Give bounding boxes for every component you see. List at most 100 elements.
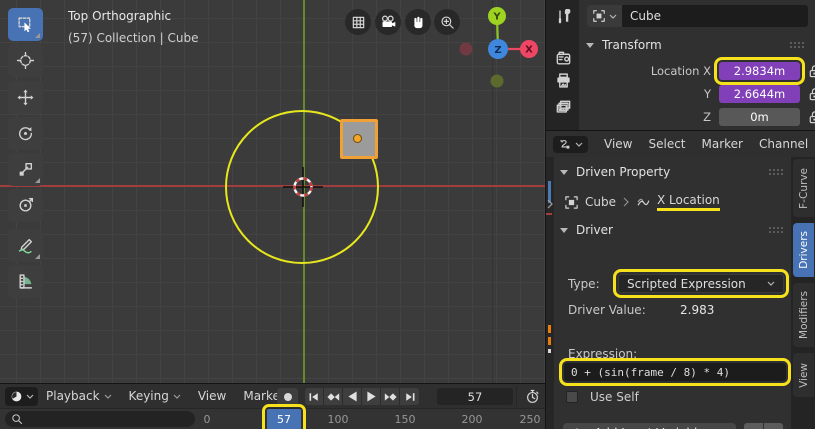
curve-region-sliver[interactable]: 0 (546, 157, 554, 429)
drivers-header: View Select Marker Channel Key (546, 131, 815, 157)
pan-view-button[interactable] (405, 9, 431, 35)
chevron-right-icon (622, 197, 630, 207)
current-frame-field[interactable]: 57 (437, 388, 513, 405)
menu-view[interactable]: View (198, 389, 226, 403)
view-layer-icon (555, 99, 572, 116)
tool-icon (555, 9, 572, 26)
transform-panel-header[interactable]: Transform (586, 38, 662, 52)
tool-cursor[interactable] (8, 44, 43, 77)
properties-editor: Cube Transform Location X 2.9834m Y 2.66… (546, 0, 815, 130)
gizmo-neg-y-ball (491, 75, 504, 88)
tab-output[interactable] (552, 69, 574, 91)
viewport-breadcrumb: (57) Collection | Cube (68, 31, 198, 45)
driver-type-value: Scripted Expression (627, 277, 746, 291)
object-type-dropdown[interactable] (587, 5, 622, 27)
search-filter-field[interactable] (5, 411, 195, 427)
driven-object-name[interactable]: Cube (585, 195, 616, 209)
object-icon (592, 9, 606, 23)
timeline-editor: Playback Keying View Marker 57 0 (0, 384, 545, 429)
panel-grip[interactable] (768, 168, 784, 176)
auto-keying-record-button[interactable] (277, 388, 298, 405)
cursor-3d-icon (283, 167, 323, 207)
timeline-ruler[interactable]: 0 100 150 200 250 57 (0, 408, 545, 429)
menu-view[interactable]: View (604, 137, 632, 151)
tab-render[interactable] (552, 47, 574, 69)
tool-scale[interactable] (8, 153, 43, 186)
tab-tool[interactable] (552, 6, 574, 28)
panel-grip[interactable] (768, 226, 784, 234)
tab-view[interactable]: View (793, 353, 814, 397)
ruler-tick: 100 (328, 413, 349, 426)
menu-playback[interactable]: Playback (46, 389, 112, 403)
panel-grip[interactable] (789, 41, 805, 49)
jump-to-end-button[interactable] (400, 388, 419, 405)
render-icon (555, 50, 572, 67)
menu-select[interactable]: Select (648, 137, 685, 151)
view-label: Top Orthographic (68, 9, 171, 23)
driven-property-header[interactable]: Driven Property (560, 165, 670, 179)
use-preview-range-button[interactable] (520, 387, 544, 406)
header-divider (516, 386, 517, 407)
grid-icon (351, 15, 366, 30)
location-x-value[interactable]: 2.9834m (719, 62, 800, 80)
play-reverse-button[interactable] (343, 388, 362, 405)
expand-region-arrow[interactable] (546, 199, 554, 209)
add-input-variable-button[interactable]: Add Input Variable (563, 423, 736, 429)
timeline-editor-type-dropdown[interactable] (5, 387, 38, 406)
copy-driver-variables-button[interactable] (744, 423, 763, 429)
tab-modifiers[interactable]: Modifiers (793, 283, 814, 347)
grid-toggle-button[interactable] (345, 9, 371, 35)
tool-transform[interactable] (8, 189, 43, 222)
clock-icon (10, 390, 23, 403)
menu-marker[interactable]: Marker (702, 137, 743, 151)
use-self-checkbox[interactable] (566, 391, 578, 403)
viewport-3d[interactable]: Top Orthographic (57) Collection | Cube (0, 0, 545, 383)
lock-open-icon[interactable] (807, 87, 815, 102)
tool-annotate[interactable] (8, 229, 43, 262)
chevron-down-icon (26, 394, 34, 399)
menu-keying[interactable]: Keying (129, 389, 181, 403)
chevron-down-icon (575, 142, 583, 147)
current-frame-indicator[interactable]: 57 (267, 409, 301, 429)
menu-channel[interactable]: Channel (759, 137, 808, 151)
blender-window: Top Orthographic (57) Collection | Cube (0, 0, 815, 429)
object-name-field[interactable]: Cube (587, 5, 808, 27)
tab-view-layer[interactable] (552, 96, 574, 118)
camera-view-button[interactable] (375, 9, 401, 35)
gizmo-z-label: Z (494, 45, 501, 56)
fcurve-icon (636, 195, 651, 210)
paste-driver-variables-button[interactable] (764, 423, 783, 429)
axis-tick (546, 213, 552, 215)
editor-type-dropdown[interactable] (553, 136, 588, 153)
previous-keyframe-button[interactable] (324, 388, 343, 405)
record-dot-icon (283, 392, 293, 402)
tool-select-box[interactable] (8, 8, 43, 41)
gizmo-x-label: X (525, 45, 533, 56)
tab-f-curve[interactable]: F-Curve (793, 159, 814, 217)
tab-drivers[interactable]: Drivers (793, 223, 814, 277)
object-origin-dot (353, 134, 362, 143)
tool-move[interactable] (8, 81, 43, 114)
jump-to-start-button[interactable] (305, 388, 324, 405)
lock-open-icon[interactable] (807, 110, 815, 125)
location-z-value[interactable]: 0m (719, 108, 800, 126)
driven-channel-name[interactable]: X Location (657, 193, 720, 211)
chevron-down-icon (173, 394, 181, 399)
object-name[interactable]: Cube (622, 9, 661, 23)
driven-property-title: Driven Property (576, 165, 670, 179)
drivers-panels: Driven Property Cube X Location Driver T… (554, 157, 791, 429)
location-y-value[interactable]: 2.6644m (719, 85, 800, 103)
expression-field[interactable]: 0 + (sin(frame / 8) * 4) (564, 363, 786, 381)
drivers-tab-strip: F-Curve Drivers Modifiers View (791, 157, 815, 429)
location-x-row: Location X 2.9834m (579, 62, 815, 82)
driver-type-dropdown[interactable]: Scripted Expression (618, 274, 784, 293)
tool-rotate[interactable] (8, 117, 43, 150)
next-keyframe-button[interactable] (381, 388, 400, 405)
lock-open-icon[interactable] (807, 64, 815, 79)
driven-property-path: Cube X Location (564, 193, 720, 211)
axis-gizmo[interactable]: Y Z X (450, 2, 542, 94)
driver-panel-header[interactable]: Driver (560, 223, 613, 237)
tool-measure[interactable] (8, 265, 43, 298)
panel-disclosure-triangle (560, 228, 568, 233)
play-button[interactable] (362, 388, 381, 405)
